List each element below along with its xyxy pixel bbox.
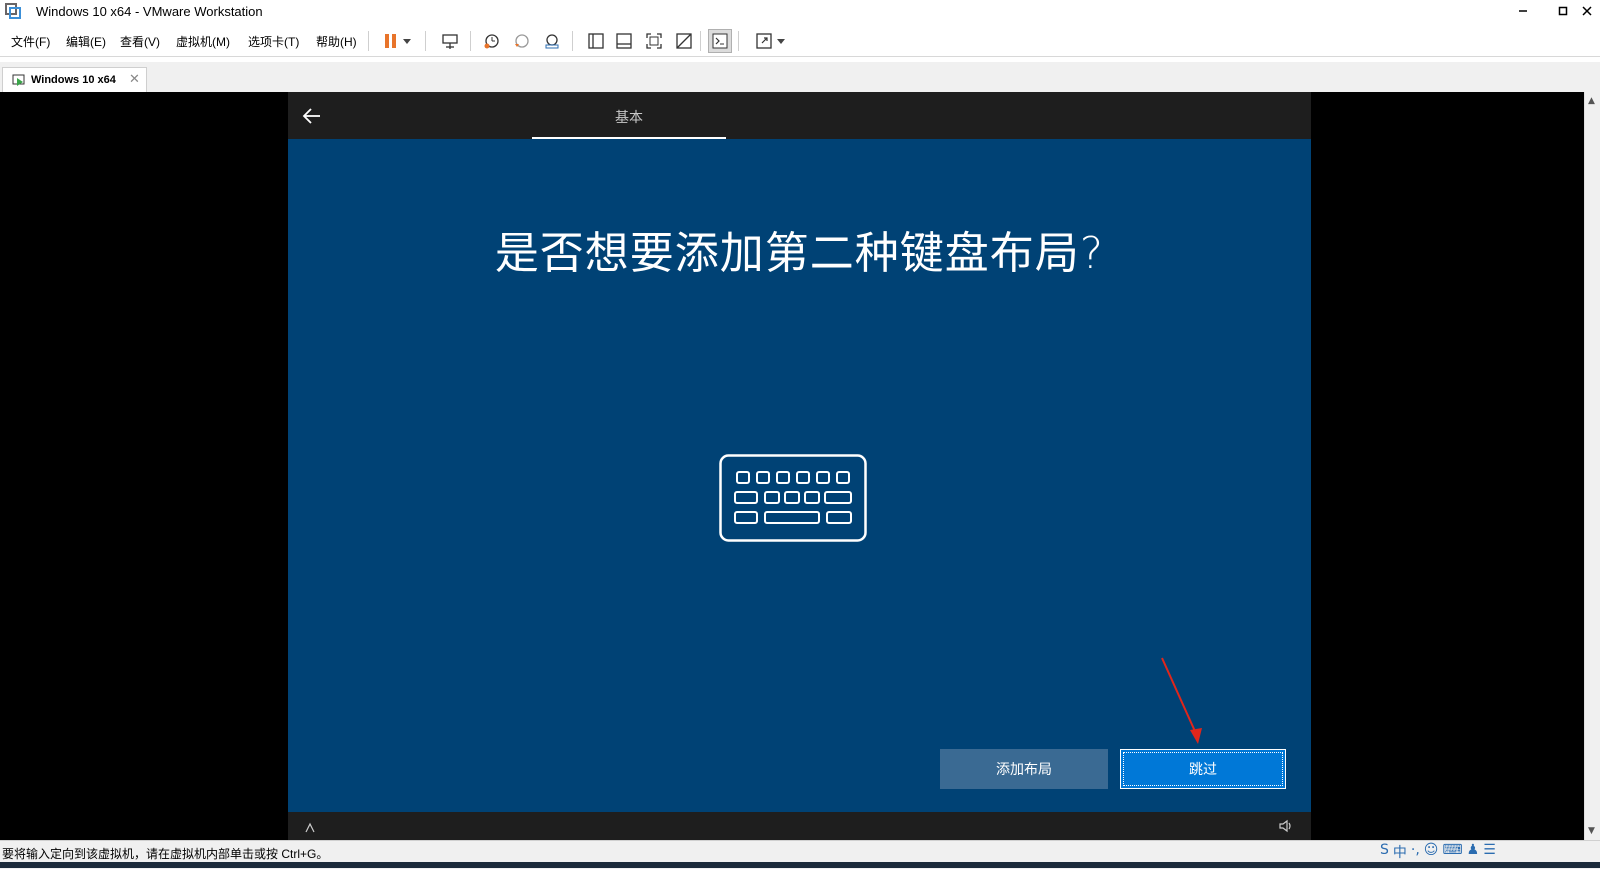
maximize-icon [1558, 6, 1568, 16]
vmware-logo-icon [5, 3, 21, 19]
unity-icon [676, 33, 692, 49]
scroll-up-icon[interactable]: ▲ [1588, 96, 1595, 106]
snapshot-manager-button[interactable] [540, 29, 564, 53]
revert-snapshot-icon [515, 34, 529, 48]
emoji-icon[interactable]: ☺ [1424, 842, 1439, 864]
toolbar-separator [572, 31, 573, 51]
close-icon [1582, 6, 1592, 16]
vm-tab[interactable]: Windows 10 x64 ✕ [2, 67, 147, 93]
volume-icon[interactable] [1278, 818, 1294, 834]
snapshot-manager-icon [545, 34, 559, 49]
console-view-icon [712, 33, 728, 49]
toolbar-separator [700, 31, 701, 51]
toolbar-separator [470, 31, 471, 51]
vertical-scrollbar[interactable]: ▲ ▼ [1584, 92, 1600, 840]
annotation-arrow-icon [1161, 657, 1202, 744]
menu-toolbar: 文件(F) 编辑(E) 查看(V) 虚拟机(M) 选项卡(T) 帮助(H) [0, 26, 1600, 57]
tab-close-icon[interactable]: ✕ [129, 72, 140, 87]
close-button[interactable] [1574, 0, 1600, 22]
minimize-icon [1519, 10, 1527, 12]
full-screen-icon [646, 33, 662, 49]
dropdown-icon [777, 39, 785, 44]
status-message: 要将输入定向到该虚拟机，请在虚拟机内部单击或按 Ctrl+G。 [2, 847, 329, 861]
stretch-icon [756, 33, 772, 49]
toolbar-separator [368, 31, 369, 51]
vm-running-icon [12, 74, 25, 86]
skip-button[interactable]: 跳过 [1120, 749, 1286, 789]
send-ctrl-alt-del-icon [442, 34, 458, 49]
keyboard-tray-icon[interactable]: ⌨ [1442, 842, 1462, 864]
menu-file[interactable]: 文件(F) [11, 33, 50, 50]
minimize-button[interactable] [1510, 0, 1536, 22]
revert-snapshot-button[interactable] [510, 29, 534, 53]
tools-icon[interactable]: ☰ [1483, 842, 1496, 864]
scroll-down-icon[interactable]: ▼ [1588, 826, 1595, 836]
snapshot-icon [484, 34, 499, 49]
menu-tabs[interactable]: 选项卡(T) [248, 33, 299, 50]
show-library-icon [588, 33, 604, 49]
host-taskbar [0, 862, 1600, 868]
toolbar-separator [738, 31, 739, 51]
page-title: 是否想要添加第二种键盘布局? [494, 228, 1105, 279]
send-ctrl-alt-del-button[interactable] [438, 29, 462, 53]
pause-icon [385, 34, 396, 48]
back-arrow-icon[interactable] [300, 104, 324, 128]
title-bar: Windows 10 x64 - VMware Workstation [0, 0, 1600, 22]
skin-icon[interactable]: ♟ [1467, 842, 1480, 864]
snapshot-button[interactable] [480, 29, 504, 53]
console-view-button[interactable] [708, 29, 732, 53]
unity-button[interactable] [672, 29, 696, 53]
dropdown-icon [403, 39, 411, 44]
maximize-button[interactable] [1550, 0, 1576, 22]
oobe-footer [288, 812, 1311, 840]
menu-help[interactable]: 帮助(H) [316, 33, 357, 50]
punctuation-icon[interactable]: ·, [1411, 842, 1420, 864]
accessibility-icon[interactable] [302, 818, 318, 834]
ime-icon[interactable]: S [1380, 842, 1389, 864]
stretch-button[interactable] [752, 29, 776, 53]
add-layout-button[interactable]: 添加布局 [940, 749, 1108, 789]
tab-basic: 基本 [532, 92, 726, 139]
vm-tab-strip: Windows 10 x64 ✕ [0, 62, 1600, 93]
oobe-header: 基本 [288, 92, 1311, 139]
menu-edit[interactable]: 编辑(E) [66, 33, 106, 50]
show-library-button[interactable] [584, 29, 608, 53]
window-title: Windows 10 x64 - VMware Workstation [36, 4, 263, 19]
thumbnail-bar-button[interactable] [612, 29, 636, 53]
menu-vm[interactable]: 虚拟机(M) [176, 33, 230, 50]
toolbar-separator [425, 31, 426, 51]
thumbnail-bar-icon [616, 33, 632, 49]
vm-tab-label: Windows 10 x64 [31, 74, 116, 86]
system-tray: S 中 ·, ☺ ⌨ ♟ ☰ [1380, 842, 1496, 864]
keyboard-icon [719, 454, 867, 542]
stretch-dropdown[interactable] [774, 29, 788, 53]
input-mode-icon[interactable]: 中 [1393, 842, 1407, 864]
pause-button[interactable] [378, 29, 402, 53]
menu-view[interactable]: 查看(V) [120, 33, 160, 50]
full-screen-button[interactable] [642, 29, 666, 53]
pause-dropdown[interactable] [400, 29, 414, 53]
tab-basic-label: 基本 [615, 110, 643, 126]
